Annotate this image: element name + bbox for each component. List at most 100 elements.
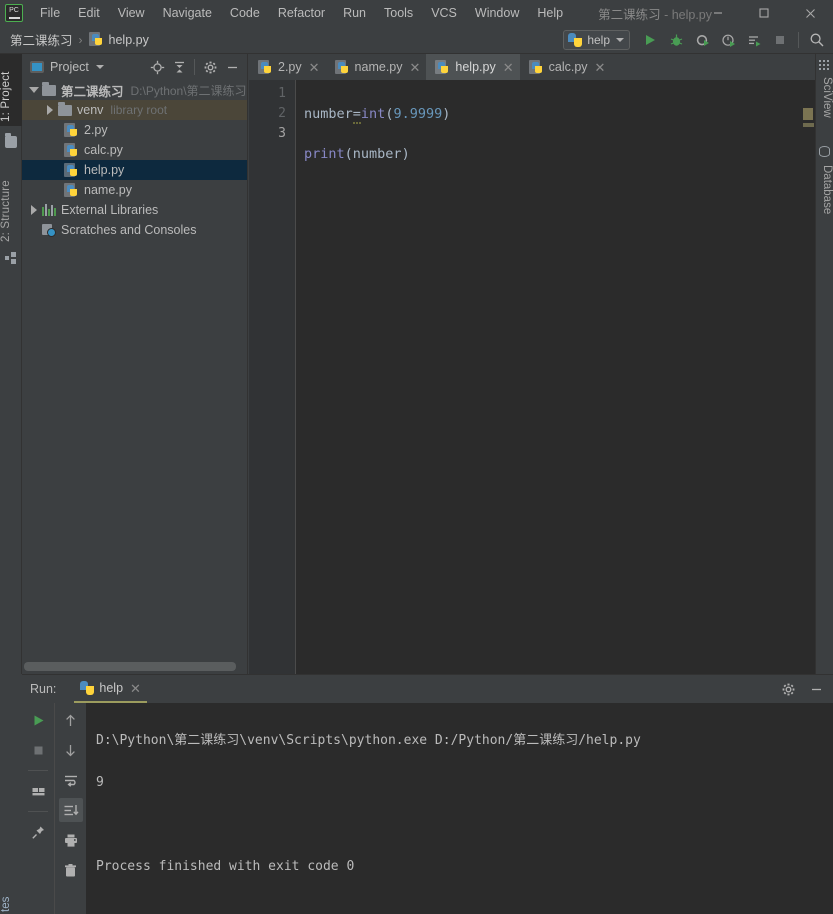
tree-row-venv[interactable]: venv library root	[22, 100, 247, 120]
menu-tools[interactable]: Tools	[375, 2, 422, 24]
project-horizontal-scrollbar[interactable]	[24, 662, 242, 671]
tree-row-helppy[interactable]: help.py	[22, 160, 247, 180]
menu-run[interactable]: Run	[334, 2, 375, 24]
menu-vcs-label: VCS	[431, 6, 457, 20]
hide-panel-icon[interactable]	[805, 678, 827, 700]
tree-label-calcpy: calc.py	[84, 143, 123, 157]
menu-refactor[interactable]: Refactor	[269, 2, 334, 24]
project-panel-header: Project	[22, 54, 247, 80]
project-panel-title: Project	[50, 60, 89, 74]
code-editor[interactable]: 1 2 3 number=int(9.9999) print(number)	[249, 80, 815, 674]
sidebar-item-favorites-label: tes	[0, 896, 12, 912]
code-content[interactable]: number=int(9.9999) print(number)	[296, 80, 815, 674]
editor-marker-strip[interactable]	[802, 106, 815, 674]
chevron-down-icon[interactable]	[95, 65, 104, 69]
console-line-exit: Process finished with exit code 0	[96, 859, 355, 874]
breadcrumb-separator: ›	[78, 32, 83, 47]
tab-close-icon[interactable]: ✕	[309, 61, 320, 74]
menu-help[interactable]: Help	[528, 2, 572, 24]
collapse-arrow-icon[interactable]	[42, 105, 58, 115]
warning-marker[interactable]	[803, 108, 813, 120]
tab-calcpy[interactable]: calc.py ✕	[520, 54, 612, 80]
tab-namepy[interactable]: name.py ✕	[326, 54, 427, 80]
run-button[interactable]	[638, 28, 662, 52]
sidebar-item-favorites[interactable]: tes	[0, 860, 22, 914]
line-number-2: 2	[278, 106, 286, 121]
run-with-coverage-button[interactable]	[690, 28, 714, 52]
menu-window-label: Window	[474, 6, 520, 20]
collapse-arrow-icon[interactable]	[26, 205, 42, 215]
breadcrumb-file[interactable]: help.py	[109, 33, 149, 47]
run-tab-label: help	[99, 681, 124, 695]
hide-panel-icon[interactable]	[221, 56, 243, 78]
tab-close-icon[interactable]: ✕	[595, 61, 606, 74]
menu-vcs[interactable]: VCS	[422, 2, 466, 24]
window-title-project: 第二课练习	[598, 7, 661, 22]
tab-close-icon[interactable]: ✕	[410, 61, 421, 74]
up-arrow-button[interactable]	[59, 708, 83, 732]
run-tab-close-icon[interactable]: ✕	[130, 682, 141, 695]
run-with-console-button[interactable]	[742, 28, 766, 52]
tab-helppy[interactable]: help.py ✕	[426, 54, 520, 80]
pin-tab-button[interactable]	[26, 820, 50, 844]
scrollbar-thumb[interactable]	[24, 662, 236, 671]
debug-button[interactable]	[664, 28, 688, 52]
sidebar-item-structure[interactable]: 2: Structure	[0, 156, 22, 246]
rerun-button[interactable]	[26, 708, 50, 732]
line-number-1: 1	[278, 86, 286, 101]
restore-layout-button[interactable]	[26, 779, 50, 803]
tab-close-icon[interactable]: ✕	[503, 61, 514, 74]
tree-row-project-root[interactable]: 第二课练习 D:\Python\第二课练习	[22, 80, 247, 100]
menu-code[interactable]: Code	[221, 2, 269, 24]
title-bar: PC File Edit View Navigate Code Refactor…	[0, 0, 833, 26]
sciview-grid-icon[interactable]	[819, 60, 829, 70]
token-number-arg: number	[352, 146, 402, 162]
folder-icon[interactable]	[5, 133, 17, 148]
minimize-icon[interactable]	[695, 0, 741, 26]
menu-edit[interactable]: Edit	[69, 2, 109, 24]
python-file-icon	[64, 182, 79, 198]
expand-arrow-icon[interactable]	[26, 87, 42, 93]
collapse-all-icon[interactable]	[168, 56, 190, 78]
python-file-icon	[435, 59, 450, 75]
stop-button[interactable]	[768, 28, 792, 52]
tree-row-scratches[interactable]: Scratches and Consoles	[22, 220, 247, 240]
down-arrow-button[interactable]	[59, 738, 83, 762]
run-console-output[interactable]: D:\Python\第二课练习\venv\Scripts\python.exe …	[86, 703, 833, 914]
pycharm-window: PC File Edit View Navigate Code Refactor…	[0, 0, 833, 914]
tree-row-external-libraries[interactable]: External Libraries	[22, 200, 247, 220]
tab-2py[interactable]: 2.py ✕	[249, 54, 326, 80]
clear-all-button[interactable]	[59, 858, 83, 882]
menu-file[interactable]: File	[31, 2, 69, 24]
tree-row-namepy[interactable]: name.py	[22, 180, 247, 200]
profile-button[interactable]	[716, 28, 740, 52]
menu-navigate[interactable]: Navigate	[154, 2, 221, 24]
database-icon[interactable]	[819, 146, 830, 157]
run-panel-right-toolbar	[54, 703, 86, 914]
maximize-icon[interactable]	[741, 0, 787, 26]
menu-window[interactable]: Window	[466, 2, 528, 24]
settings-gear-icon[interactable]	[777, 678, 799, 700]
gear-icon[interactable]	[199, 56, 221, 78]
scroll-to-end-button[interactable]	[58, 798, 83, 822]
stop-button[interactable]	[26, 738, 50, 762]
chevron-down-icon	[616, 38, 624, 42]
sidebar-item-database[interactable]: Database	[815, 162, 833, 232]
tree-row-2py[interactable]: 2.py	[22, 120, 247, 140]
structure-squares-icon[interactable]	[5, 252, 17, 264]
sidebar-item-project[interactable]: 1: Project	[0, 54, 22, 126]
locate-file-icon[interactable]	[146, 56, 168, 78]
breadcrumb-project[interactable]: 第二课练习	[10, 30, 73, 49]
soft-wrap-button[interactable]	[59, 768, 83, 792]
sidebar-item-sciview[interactable]: SciView	[815, 74, 833, 136]
tree-row-calcpy[interactable]: calc.py	[22, 140, 247, 160]
token-print-fn: print	[304, 146, 345, 162]
run-panel-header: Run: help ✕	[22, 675, 833, 703]
close-icon[interactable]	[787, 0, 833, 26]
menu-view[interactable]: View	[109, 2, 154, 24]
run-tab-help[interactable]: help ✕	[74, 675, 147, 703]
search-everywhere-icon[interactable]	[805, 28, 829, 52]
run-configuration-selector[interactable]: help	[563, 30, 630, 50]
print-button[interactable]	[59, 828, 83, 852]
